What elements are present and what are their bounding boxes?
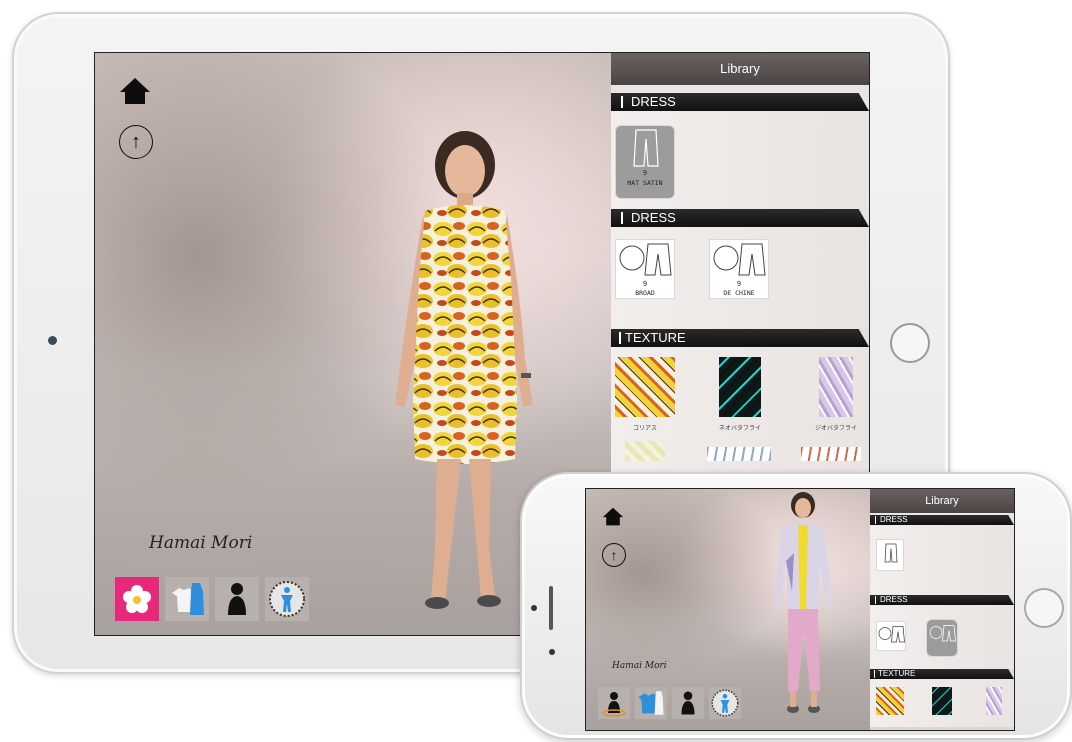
home-icon[interactable] — [602, 507, 624, 526]
iphone-camera — [531, 605, 537, 611]
iphone-speaker — [549, 586, 553, 630]
iphone-sensor — [549, 649, 555, 655]
texture-label: ネオバタフライ — [718, 426, 761, 432]
thumb-name: MAT SATIN — [627, 179, 663, 187]
designer-signature: Hamai Mori — [149, 533, 253, 553]
clothes-icon[interactable] — [635, 687, 667, 719]
upload-icon[interactable]: ↑ — [119, 125, 153, 159]
section-body — [870, 605, 1014, 669]
iphone-home-button[interactable] — [1024, 588, 1064, 628]
section-title: TEXTURE — [625, 330, 686, 345]
garment-thumb[interactable]: 9 DE CHINE — [709, 239, 769, 299]
flower-icon[interactable] — [115, 577, 159, 621]
ipad-camera — [48, 336, 57, 345]
section-header-dress: DRESS — [611, 209, 869, 227]
thumb-number: 9 — [642, 280, 648, 288]
upload-icon[interactable]: ↑ — [602, 543, 626, 567]
texture-label: コリアス — [632, 426, 657, 432]
section-title: DRESS — [631, 94, 676, 109]
texture-thumb[interactable] — [819, 357, 853, 417]
section-marker — [875, 516, 876, 524]
garment-thumb[interactable]: 9 MAT SATIN — [615, 125, 675, 199]
person-icon[interactable] — [215, 577, 259, 621]
texture-thumb[interactable] — [719, 357, 761, 417]
section-body: 9 MAT SATIN — [611, 111, 869, 209]
texture-label: ジオバタフライ — [814, 426, 857, 432]
body-dial-icon[interactable] — [265, 577, 309, 621]
section-title: DRESS — [631, 210, 676, 225]
section-header-texture: TEXTURE — [611, 329, 869, 347]
texture-thumb[interactable] — [932, 687, 952, 715]
section-title: DRESS — [880, 595, 908, 604]
texture-thumb[interactable] — [801, 447, 861, 461]
home-icon[interactable] — [119, 77, 151, 105]
texture-thumb[interactable] — [986, 687, 1002, 715]
section-marker — [874, 670, 875, 678]
thumb-number: 9 — [736, 280, 742, 288]
texture-thumb[interactable] — [625, 441, 665, 461]
library-title: Library — [870, 489, 1014, 513]
thumb-number: 9 — [642, 169, 648, 177]
section-marker — [621, 212, 623, 224]
garment-thumb[interactable] — [926, 619, 958, 657]
section-marker — [875, 596, 876, 604]
section-marker — [621, 96, 623, 108]
section-title: DRESS — [880, 515, 908, 524]
section-header-dress: DRESS — [870, 595, 1014, 605]
section-title: TEXTURE — [878, 669, 916, 678]
avatar-model[interactable] — [758, 491, 848, 727]
section-header-dress: DRESS — [611, 93, 869, 111]
section-body: コリアス ネオバタフライ ジオバタフライ — [611, 347, 869, 487]
texture-thumb[interactable] — [707, 447, 771, 461]
clothes-icon[interactable] — [165, 577, 209, 621]
ipad-home-button[interactable] — [890, 323, 930, 363]
garment-thumb[interactable] — [876, 539, 904, 571]
iphone-screen: ↑ Hamai Mori Library DRESS DRESS TEXTURE — [585, 488, 1015, 731]
bottom-toolbar — [598, 687, 741, 719]
texture-thumb[interactable] — [876, 687, 904, 715]
section-body — [870, 525, 1014, 595]
thumb-name: DE CHINE — [723, 289, 755, 297]
bottom-toolbar — [115, 577, 309, 621]
library-title: Library — [611, 53, 869, 85]
section-header-dress: DRESS — [870, 515, 1014, 525]
section-marker — [619, 332, 621, 344]
library-panel: Library DRESS DRESS TEXTURE — [870, 489, 1014, 730]
garment-thumb[interactable] — [876, 621, 906, 651]
section-header-texture: TEXTURE — [870, 669, 1014, 679]
section-body: 9 BROAD 9 DE CHINE — [611, 227, 869, 329]
body-dial-icon[interactable] — [709, 687, 741, 719]
person-icon[interactable] — [672, 687, 704, 719]
texture-thumb[interactable] — [615, 357, 675, 417]
garment-thumb[interactable]: 9 BROAD — [615, 239, 675, 299]
thumb-name: BROAD — [635, 289, 655, 297]
avatar-ring-icon[interactable] — [598, 687, 630, 719]
viewport-3d[interactable]: ↑ Hamai Mori — [586, 489, 870, 730]
section-body — [870, 679, 1014, 727]
designer-signature: Hamai Mori — [612, 661, 667, 671]
